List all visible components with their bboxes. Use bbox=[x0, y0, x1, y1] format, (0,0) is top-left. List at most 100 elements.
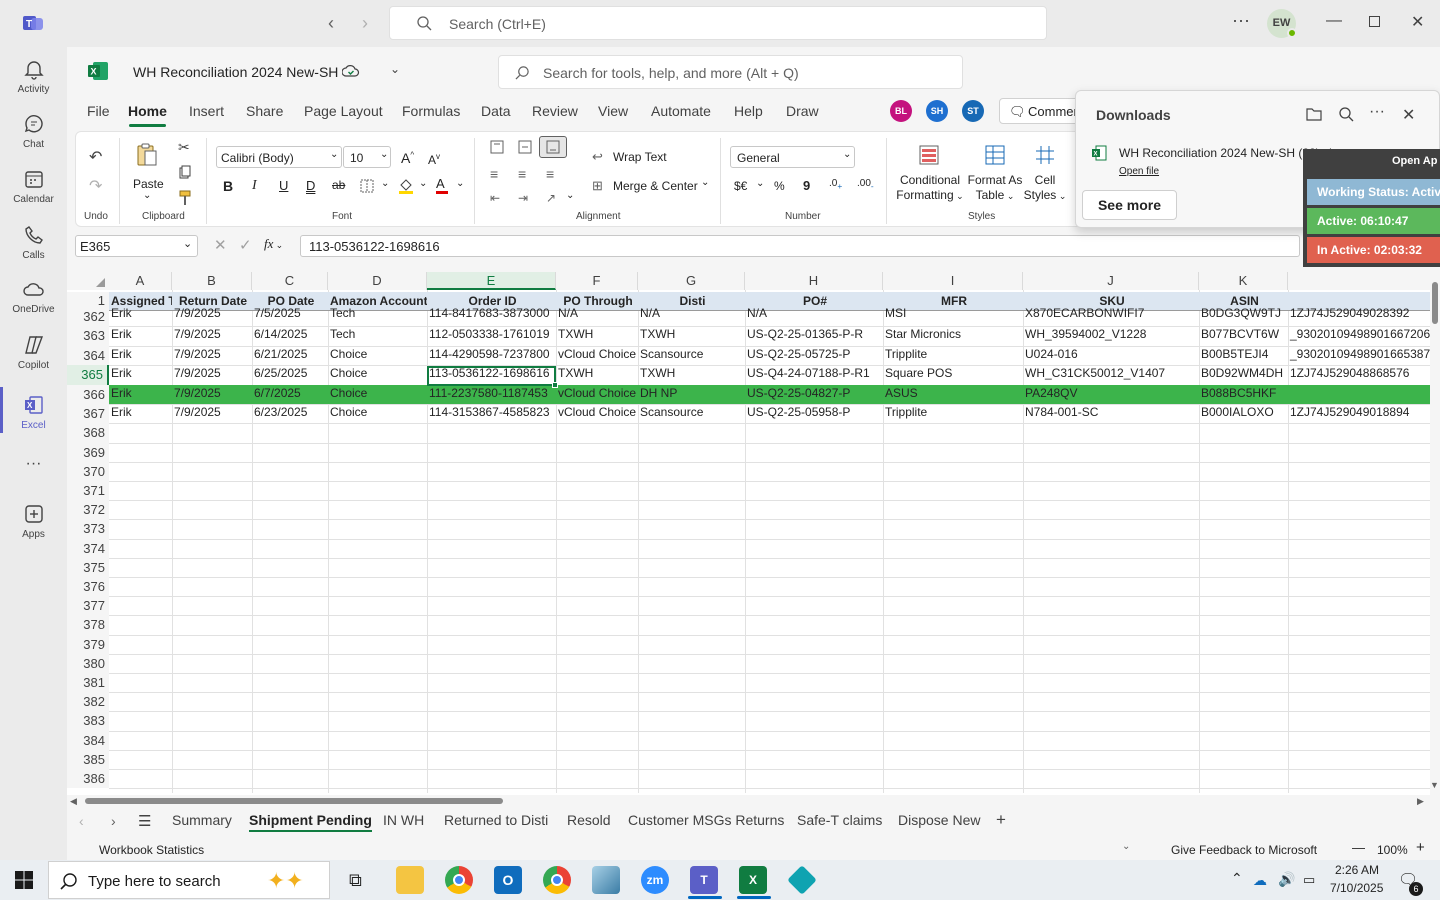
tab-page-layout[interactable]: Page Layout bbox=[304, 103, 383, 119]
more-options-icon[interactable]: ··· bbox=[1232, 10, 1250, 31]
format-as-table-button[interactable]: Format As Table ⌄ bbox=[965, 173, 1025, 204]
paste-icon[interactable] bbox=[136, 142, 158, 168]
row-header[interactable]: 384 bbox=[67, 730, 109, 750]
sheet-tab[interactable]: Resold bbox=[567, 812, 611, 828]
clock-time[interactable]: 2:26 AM bbox=[1332, 863, 1382, 877]
column-header-a[interactable]: A bbox=[109, 272, 172, 290]
column-header-e[interactable]: E bbox=[427, 272, 556, 290]
open-app-label[interactable]: Open Ap bbox=[1392, 155, 1437, 167]
row-header[interactable]: 383 bbox=[67, 711, 109, 731]
table-cell[interactable]: B077BCVT6W bbox=[1199, 325, 1288, 344]
zoom-out-icon[interactable]: — bbox=[1352, 840, 1365, 855]
all-sheets-menu-icon[interactable]: ☰ bbox=[138, 812, 151, 830]
table-cell[interactable]: WH_C31CK50012_V1407 bbox=[1023, 364, 1199, 383]
merge-center-button[interactable]: ⊞ Merge & Center ⌄ bbox=[592, 177, 712, 196]
table-cell[interactable]: B00B5TEJI4 bbox=[1199, 345, 1288, 364]
wrap-text-button[interactable]: ↩ Wrap Text bbox=[592, 149, 702, 167]
table-cell[interactable]: B0DG3QW9TJ bbox=[1199, 304, 1288, 323]
table-cell[interactable]: 114-3153867-4585823 bbox=[427, 403, 556, 422]
conditional-formatting-icon[interactable] bbox=[918, 144, 940, 166]
table-cell[interactable]: Choice bbox=[328, 384, 427, 403]
row-header[interactable]: 373 bbox=[67, 519, 109, 539]
table-cell[interactable]: TXWH bbox=[556, 364, 638, 383]
open-folder-icon[interactable] bbox=[1306, 107, 1322, 121]
table-cell[interactable]: N/A bbox=[638, 304, 745, 323]
table-cell[interactable]: 114-4290598-7237800 bbox=[427, 345, 556, 364]
table-cell[interactable]: 6/7/2025 bbox=[252, 384, 328, 403]
table-cell[interactable]: DH NP bbox=[638, 384, 745, 403]
table-cell[interactable]: Erik bbox=[109, 304, 172, 323]
table-cell[interactable]: 7/9/2025 bbox=[172, 364, 252, 383]
bold-icon[interactable]: B bbox=[223, 178, 233, 194]
forward-arrow-icon[interactable]: › bbox=[362, 13, 368, 34]
align-left-icon[interactable]: ≡ bbox=[490, 166, 498, 182]
table-cell[interactable]: Erik bbox=[109, 364, 172, 383]
row-header[interactable]: 379 bbox=[67, 634, 109, 654]
table-cell[interactable]: 6/14/2025 bbox=[252, 325, 328, 344]
redo-icon[interactable]: ↷ bbox=[89, 176, 102, 196]
avatar[interactable]: EW bbox=[1267, 9, 1297, 38]
close-icon[interactable]: ✕ bbox=[1402, 105, 1415, 125]
decrease-indent-icon[interactable]: ⇤ bbox=[490, 191, 500, 205]
table-cell[interactable]: US-Q2-25-04827-P bbox=[745, 384, 883, 403]
table-cell[interactable]: WH_39594002_V1228 bbox=[1023, 325, 1199, 344]
table-cell[interactable]: Square POS bbox=[883, 364, 1023, 383]
conditional-formatting-button[interactable]: Conditional Formatting ⌄ bbox=[896, 173, 964, 204]
cell-styles-button[interactable]: Cell Styles ⌄ bbox=[1022, 173, 1068, 204]
row-header[interactable]: 365 bbox=[67, 365, 109, 385]
see-more-button[interactable]: See more bbox=[1082, 190, 1177, 220]
table-cell[interactable]: 1ZJ74J529049028392 bbox=[1288, 304, 1430, 323]
column-header-j[interactable]: J bbox=[1023, 272, 1199, 290]
table-cell[interactable]: Star Micronics bbox=[883, 325, 1023, 344]
font-color-icon[interactable]: A bbox=[436, 176, 448, 194]
rail-item-copilot[interactable]: Copilot bbox=[0, 333, 67, 371]
table-cell[interactable]: Erik bbox=[109, 345, 172, 364]
table-cell[interactable]: B0D92WM4DH bbox=[1199, 364, 1288, 383]
column-header-h[interactable]: H bbox=[745, 272, 883, 290]
tab-data[interactable]: Data bbox=[481, 103, 511, 119]
cancel-icon[interactable]: ✕ bbox=[214, 236, 227, 254]
close-window-icon[interactable]: ✕ bbox=[1411, 12, 1424, 32]
row-header[interactable]: 372 bbox=[67, 500, 109, 520]
orientation-icon[interactable]: ↗ bbox=[546, 191, 556, 205]
table-cell[interactable]: vCloud Choice bbox=[556, 384, 638, 403]
table-cell[interactable]: 112-0503338-1761019 bbox=[427, 325, 556, 344]
table-cell[interactable]: 7/9/2025 bbox=[172, 325, 252, 344]
insert-function-button[interactable]: fx ⌄ bbox=[264, 236, 283, 252]
rail-item-onedrive[interactable]: OneDrive bbox=[0, 277, 67, 315]
feedback-link[interactable]: Give Feedback to Microsoft bbox=[1171, 843, 1317, 857]
increase-decimal-icon[interactable]: .0+ bbox=[829, 178, 842, 191]
table-cell[interactable]: Erik bbox=[109, 384, 172, 403]
sheet-tab[interactable]: Shipment Pending bbox=[249, 812, 372, 832]
table-cell[interactable]: N/A bbox=[556, 304, 638, 323]
borders-icon[interactable] bbox=[360, 179, 374, 193]
double-underline-icon[interactable]: D bbox=[306, 178, 315, 193]
row-header[interactable]: 371 bbox=[67, 481, 109, 501]
tab-review[interactable]: Review bbox=[532, 103, 578, 119]
row-header[interactable]: 370 bbox=[67, 461, 109, 481]
table-cell[interactable]: vCloud Choice bbox=[556, 345, 638, 364]
table-cell[interactable]: 6/25/2025 bbox=[252, 364, 328, 383]
underline-icon[interactable]: U bbox=[279, 178, 288, 193]
zoom-icon[interactable]: zm bbox=[641, 866, 669, 894]
chevron-down-icon[interactable]: ⌄ bbox=[1122, 841, 1130, 852]
chevron-down-icon[interactable]: ⌄ bbox=[566, 190, 574, 201]
table-cell[interactable]: 6/21/2025 bbox=[252, 345, 328, 364]
row-header[interactable]: 366 bbox=[67, 384, 109, 404]
outlook-icon[interactable]: O bbox=[494, 866, 522, 894]
table-cell[interactable]: 7/9/2025 bbox=[172, 403, 252, 422]
table-cell[interactable]: Scansource bbox=[638, 345, 745, 364]
tab-file[interactable]: File bbox=[87, 103, 110, 119]
table-cell[interactable]: Tripplite bbox=[883, 403, 1023, 422]
column-header-i[interactable]: I bbox=[883, 272, 1023, 290]
sheet-tab[interactable]: IN WH bbox=[383, 812, 424, 828]
row-header[interactable]: 376 bbox=[67, 577, 109, 597]
number-format-select[interactable]: General ⌄ bbox=[730, 146, 855, 168]
rail-item-excel[interactable]: X Excel bbox=[0, 393, 67, 431]
table-cell[interactable]: US-Q2-25-05958-P bbox=[745, 403, 883, 422]
table-cell[interactable]: 7/9/2025 bbox=[172, 304, 252, 323]
rail-item-chat[interactable]: Chat bbox=[0, 112, 67, 150]
sheet-tab[interactable]: Returned to Disti bbox=[444, 812, 548, 828]
scrollbar-thumb[interactable] bbox=[1432, 282, 1438, 324]
tab-view[interactable]: View bbox=[598, 103, 628, 119]
